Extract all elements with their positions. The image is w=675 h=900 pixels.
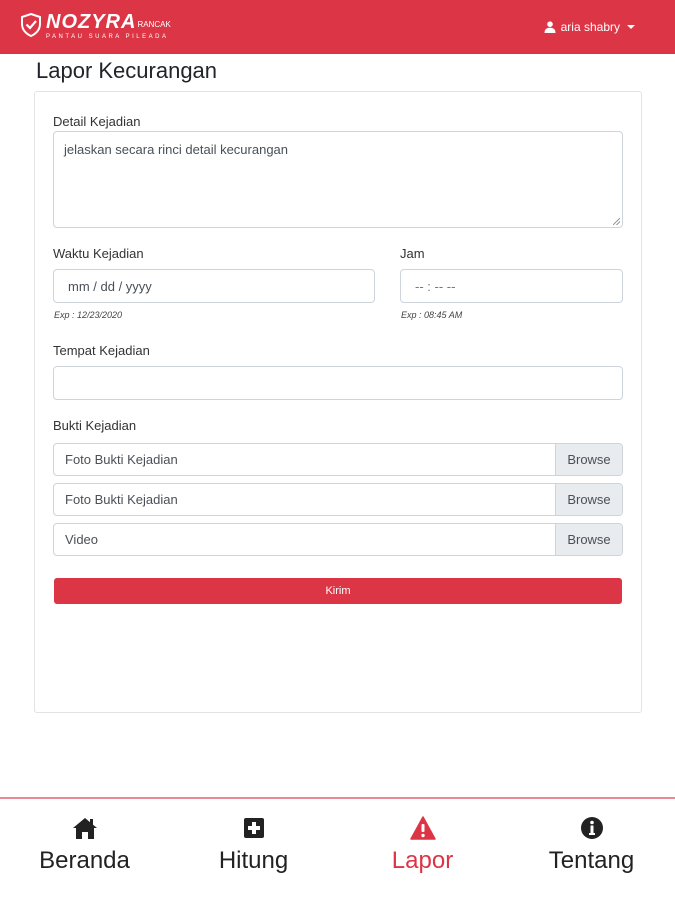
file-name: Video (65, 532, 99, 547)
nav-item-hitung[interactable]: Hitung (169, 799, 338, 900)
place-input[interactable] (53, 366, 623, 400)
top-navbar: NOZYRA RANCAK PANTAU SUARA PILEADA aria … (0, 0, 675, 54)
brand-logo[interactable]: NOZYRA RANCAK PANTAU SUARA PILEADA (20, 12, 171, 44)
browse-button[interactable]: Browse (555, 484, 622, 515)
plus-square-icon (243, 818, 264, 838)
browse-button[interactable]: Browse (555, 444, 622, 475)
warning-icon (409, 816, 436, 840)
file-name: Foto Bukti Kejadian (65, 452, 178, 467)
browse-button[interactable]: Browse (555, 524, 622, 555)
info-icon (580, 817, 603, 839)
file-name: Foto Bukti Kejadian (65, 492, 178, 507)
date-label: Waktu Kejadian (53, 246, 144, 261)
caret-down-icon (627, 25, 635, 29)
date-placeholder: mm / dd / yyyy (68, 279, 152, 294)
time-label: Jam (400, 246, 425, 261)
time-placeholder: -- : -- -- (415, 279, 456, 294)
user-menu[interactable]: aria shabry (544, 20, 635, 34)
page-title: Lapor Kecurangan (36, 58, 218, 83)
nav-label: Tentang (548, 847, 635, 874)
place-label: Tempat Kejadian (53, 343, 150, 358)
brand-tagline: PANTAU SUARA PILEADA (46, 34, 169, 40)
nav-label: Beranda (39, 847, 130, 874)
bottom-nav: Beranda Hitung Lapor Tentang (0, 797, 675, 900)
time-input[interactable]: -- : -- -- (400, 269, 623, 303)
nav-item-beranda[interactable]: Beranda (0, 799, 169, 900)
user-name: aria shabry (560, 20, 620, 34)
photo-file-input-1[interactable]: Foto Bukti Kejadian Browse (53, 443, 623, 476)
evidence-label: Bukti Kejadian (53, 418, 137, 433)
nav-label: Lapor (391, 847, 454, 874)
nav-label: Hitung (218, 847, 289, 874)
time-hint: Exp : 08:45 AM (401, 310, 463, 320)
user-icon (544, 21, 556, 33)
detail-textarea[interactable]: jelaskan secara rinci detail kecurangan (53, 131, 623, 228)
date-hint: Exp : 12/23/2020 (54, 310, 123, 320)
date-input[interactable]: mm / dd / yyyy (53, 269, 375, 303)
detail-label: Detail Kejadian (53, 114, 141, 129)
nav-item-lapor[interactable]: Lapor (338, 799, 507, 900)
shield-check-icon (21, 13, 41, 37)
resize-handle[interactable] (613, 218, 620, 225)
brand-sub: RANCAK (137, 20, 171, 29)
submit-button[interactable]: Kirim (54, 578, 622, 604)
nav-item-tentang[interactable]: Tentang (507, 799, 675, 900)
brand-name: NOZYRA (46, 11, 137, 33)
video-file-input[interactable]: Video Browse (53, 523, 623, 556)
detail-placeholder: jelaskan secara rinci detail kecurangan (64, 142, 289, 157)
home-icon (72, 818, 97, 839)
photo-file-input-2[interactable]: Foto Bukti Kejadian Browse (53, 483, 623, 516)
